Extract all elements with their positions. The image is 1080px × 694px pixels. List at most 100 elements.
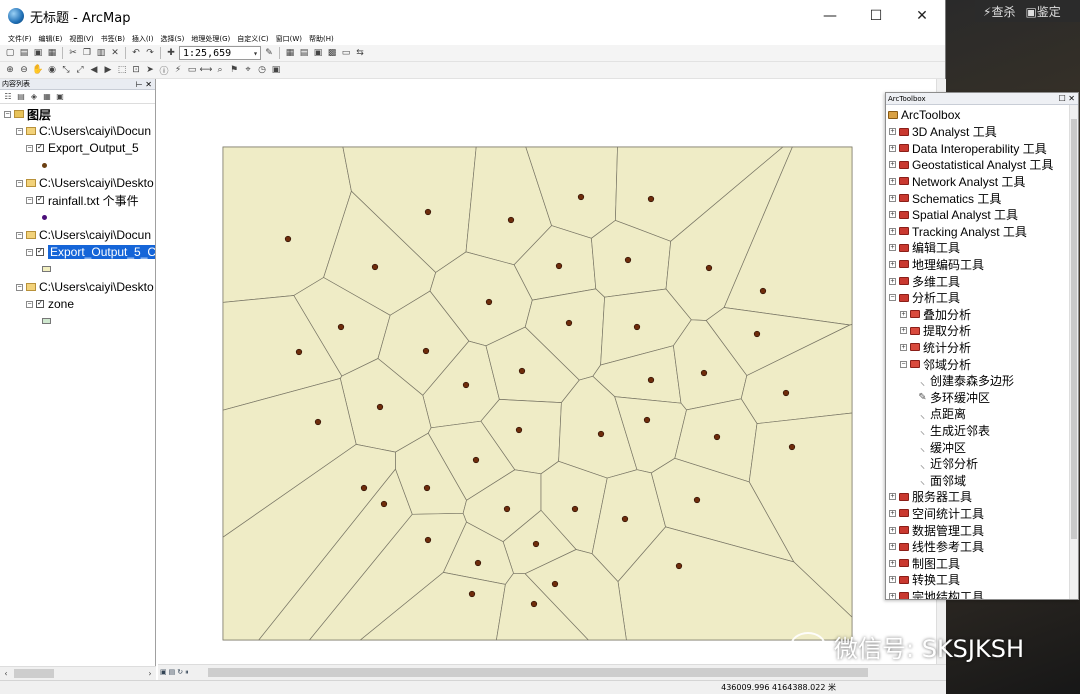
- close-button[interactable]: ✕: [899, 0, 945, 32]
- collapse-icon[interactable]: −: [26, 196, 33, 204]
- toolbox-root[interactable]: ArcToolbox: [888, 107, 960, 123]
- title-bar[interactable]: 无标题 - ArcMap — ☐ ✕: [0, 0, 945, 32]
- expand-icon[interactable]: +: [889, 144, 896, 152]
- full-extent-icon[interactable]: ◉: [46, 64, 58, 76]
- toolbox[interactable]: + Network Analyst 工具: [889, 173, 1025, 189]
- maximize-button[interactable]: ☐: [853, 0, 899, 32]
- toc-layer-name[interactable]: Export_Output_5_C: [48, 245, 155, 259]
- collapse-icon[interactable]: −: [4, 110, 11, 118]
- toc-layer-name[interactable]: zone: [48, 297, 74, 311]
- zoom-out-icon[interactable]: ⊖: [18, 64, 30, 76]
- identify-button[interactable]: ▣鉴定: [1025, 3, 1060, 20]
- toc-source-folder[interactable]: − C:\Users\caiyi\Deskto: [16, 279, 154, 295]
- expand-icon[interactable]: +: [889, 227, 896, 235]
- list-by-source-icon[interactable]: ▤: [16, 92, 26, 102]
- toolbox[interactable]: + Spatial Analyst 工具: [889, 207, 1018, 223]
- toc-layer-name[interactable]: rainfall.txt 个事件: [48, 192, 139, 209]
- goto-xy-icon[interactable]: ⌖: [242, 64, 254, 76]
- expand-icon[interactable]: +: [889, 509, 896, 517]
- expand-icon[interactable]: +: [889, 526, 896, 534]
- clear-selection-icon[interactable]: ⊡: [130, 64, 142, 76]
- collapse-icon[interactable]: −: [16, 179, 23, 187]
- toc-layer[interactable]: − ✓ Export_Output_5_C: [26, 244, 155, 260]
- delete-icon[interactable]: ✕: [109, 47, 121, 59]
- model-builder-icon[interactable]: ⇆: [354, 47, 366, 59]
- menu-item[interactable]: 文件(F): [6, 34, 37, 44]
- toc-layer[interactable]: − ✓ rainfall.txt 个事件: [26, 192, 139, 208]
- measure-icon[interactable]: ⟷: [200, 64, 213, 76]
- time-slider-icon[interactable]: ◷: [256, 64, 268, 76]
- scroll-left-icon[interactable]: ‹: [0, 669, 12, 678]
- copy-icon[interactable]: ❐: [81, 47, 93, 59]
- toolbox-tool[interactable]: ⸜ 创建泰森多边形: [918, 373, 1014, 389]
- list-by-selection-icon[interactable]: ▦: [42, 92, 52, 102]
- new-icon[interactable]: ▢: [4, 47, 16, 59]
- select-features-icon[interactable]: ⬚: [116, 64, 128, 76]
- collapse-icon[interactable]: −: [889, 294, 896, 302]
- expand-icon[interactable]: +: [889, 592, 896, 599]
- scroll-thumb[interactable]: [14, 669, 54, 678]
- layer-visibility-checkbox[interactable]: ✓: [36, 300, 44, 308]
- toolbox[interactable]: + 数据管理工具: [889, 522, 984, 538]
- toolbox[interactable]: + 多维工具: [889, 273, 960, 289]
- hyperlink-icon[interactable]: ⚡: [172, 64, 184, 76]
- toc-options-icon[interactable]: ▣: [55, 92, 65, 102]
- print-icon[interactable]: ▦: [46, 47, 58, 59]
- open-icon[interactable]: ▤: [18, 47, 30, 59]
- expand-icon[interactable]: +: [889, 161, 896, 169]
- find-route-icon[interactable]: ⚑: [228, 64, 240, 76]
- map-view[interactable]: [158, 79, 936, 664]
- expand-icon[interactable]: +: [889, 576, 896, 584]
- expand-icon[interactable]: +: [900, 310, 907, 318]
- toolbox-tool[interactable]: ✎ 多环缓冲区: [918, 389, 990, 405]
- identify-icon[interactable]: ⓘ: [158, 64, 170, 77]
- menu-item[interactable]: 编辑(E): [37, 34, 68, 44]
- forward-extent-icon[interactable]: ▶: [102, 64, 114, 76]
- find-icon[interactable]: ⌕: [214, 64, 226, 76]
- toolbox[interactable]: + 转换工具: [889, 572, 960, 588]
- menu-item[interactable]: 帮助(H): [307, 34, 339, 44]
- toolbox[interactable]: + 宗地结构工具: [889, 588, 984, 599]
- expand-icon[interactable]: +: [889, 128, 896, 136]
- toolbox[interactable]: + Geostatistical Analyst 工具: [889, 157, 1053, 173]
- collapse-icon[interactable]: −: [16, 127, 23, 135]
- cut-icon[interactable]: ✂: [67, 47, 79, 59]
- arctoolbox-window-buttons[interactable]: ☐ ✕: [1059, 94, 1078, 103]
- toc-root-layers[interactable]: − 图层: [4, 106, 51, 122]
- save-icon[interactable]: ▣: [32, 47, 44, 59]
- collapse-icon[interactable]: −: [26, 300, 33, 308]
- layer-visibility-checkbox[interactable]: ✓: [36, 248, 44, 256]
- expand-icon[interactable]: +: [889, 277, 896, 285]
- toolset[interactable]: + 统计分析: [900, 339, 971, 355]
- collapse-icon[interactable]: −: [16, 283, 23, 291]
- toolbox[interactable]: + 服务器工具: [889, 489, 972, 505]
- expand-icon[interactable]: +: [889, 493, 896, 501]
- toc-layer-name[interactable]: Export_Output_5: [48, 141, 139, 155]
- toc-layer[interactable]: − ✓ zone: [26, 296, 74, 312]
- toolset[interactable]: + 提取分析: [900, 323, 971, 339]
- zoom-in-icon[interactable]: ⊕: [4, 64, 16, 76]
- expand-icon[interactable]: +: [900, 343, 907, 351]
- toolset[interactable]: + 叠加分析: [900, 306, 971, 322]
- map-horizontal-scrollbar[interactable]: [208, 668, 868, 677]
- toolbox[interactable]: + Data Interoperability 工具: [889, 140, 1047, 156]
- toolbox[interactable]: +3D Analyst 工具: [889, 124, 997, 140]
- collapse-icon[interactable]: −: [16, 231, 23, 239]
- map-canvas[interactable]: [158, 79, 936, 664]
- toc-source-folder[interactable]: − C:\Users\caiyi\Docun: [16, 227, 151, 243]
- refresh-icon[interactable]: ↻: [177, 668, 183, 677]
- toolbox[interactable]: + 制图工具: [889, 555, 960, 571]
- toolbox-tool[interactable]: ⸜ 点距离: [918, 406, 966, 422]
- add-data-icon[interactable]: ✚: [165, 47, 177, 59]
- toolbox[interactable]: + 地理编码工具: [889, 256, 984, 272]
- list-by-visibility-icon[interactable]: ◈: [29, 92, 39, 102]
- toc-source-folder[interactable]: − C:\Users\caiyi\Deskto: [16, 175, 154, 191]
- expand-icon[interactable]: +: [889, 177, 896, 185]
- expand-icon[interactable]: +: [889, 211, 896, 219]
- editor-icon[interactable]: ✎: [263, 47, 275, 59]
- fixed-zoom-in-icon[interactable]: ⤡: [60, 64, 72, 76]
- map-scale-dropdown[interactable]: 1:25,659 ▾: [179, 46, 261, 60]
- toc-horizontal-scrollbar[interactable]: ‹ ›: [0, 666, 156, 680]
- html-popup-icon[interactable]: ▭: [186, 64, 198, 76]
- expand-icon[interactable]: +: [889, 260, 896, 268]
